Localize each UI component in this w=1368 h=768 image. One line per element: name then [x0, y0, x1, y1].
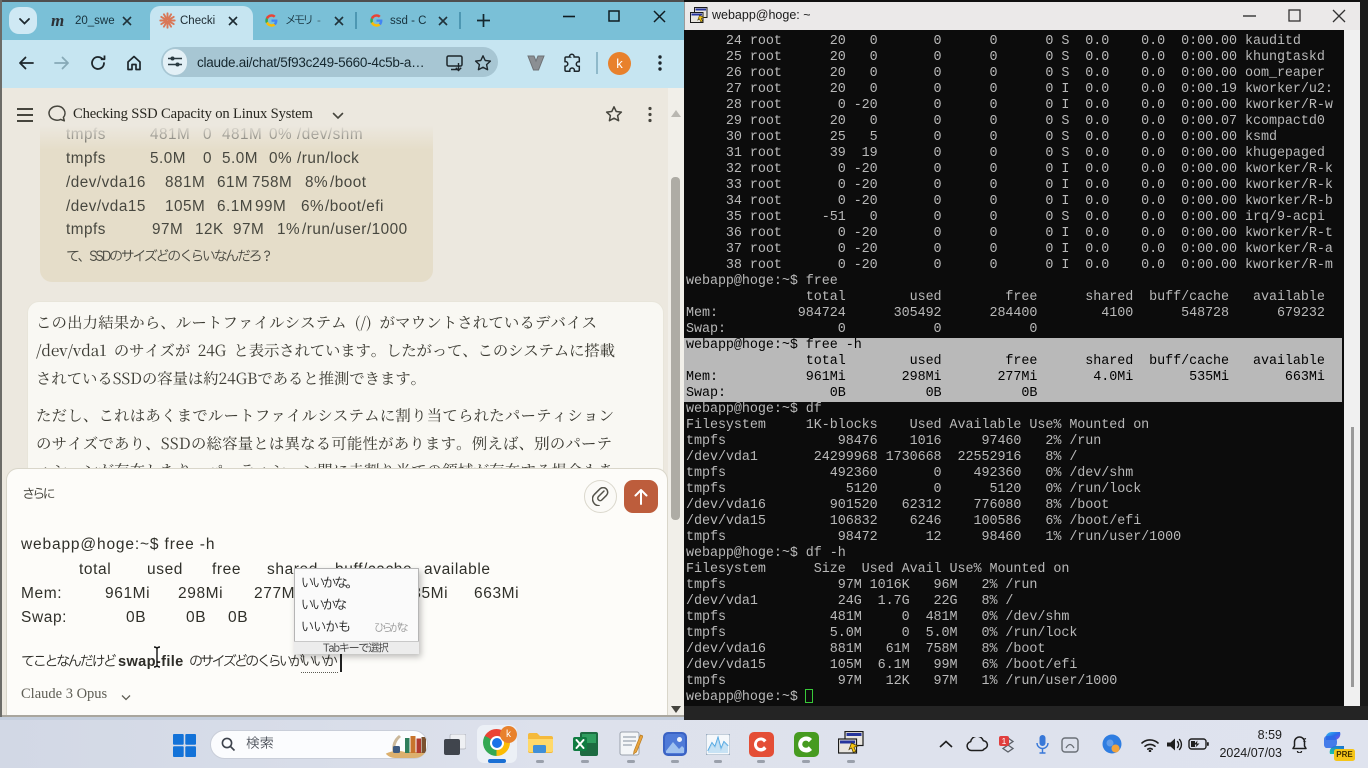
svg-text:z: z — [1303, 737, 1307, 744]
svg-text:1: 1 — [1002, 736, 1007, 746]
